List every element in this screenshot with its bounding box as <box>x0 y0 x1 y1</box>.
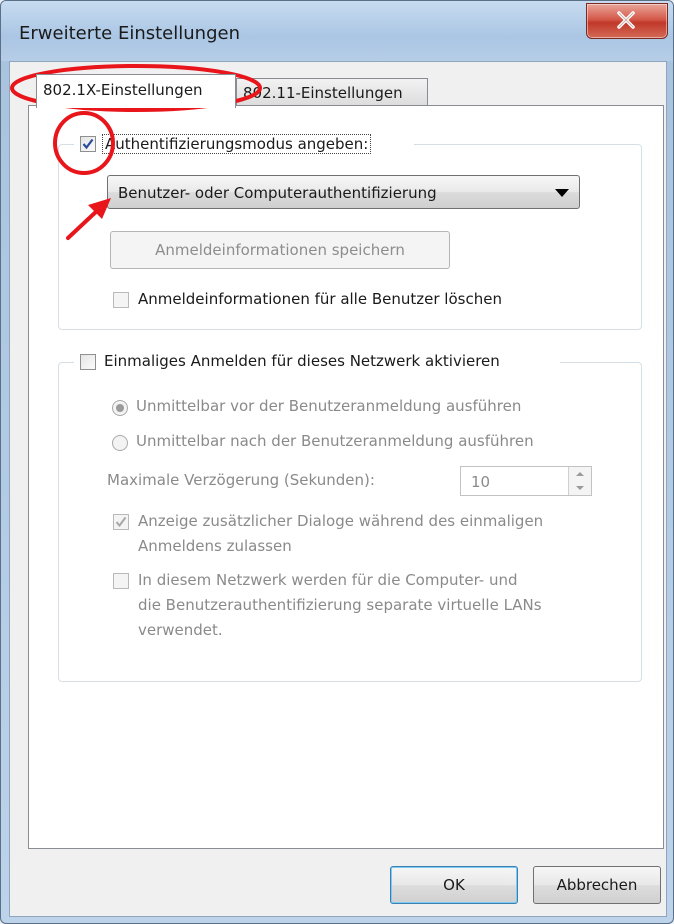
separate-vlan-label-line2: die Benutzerauthentifizierung separate v… <box>138 596 542 614</box>
chevron-down-icon <box>555 189 569 197</box>
spin-down-button[interactable] <box>569 481 591 495</box>
close-icon <box>617 11 635 29</box>
separate-vlan-checkbox[interactable] <box>113 573 129 589</box>
save-credentials-label: Anmeldeinformationen speichern <box>155 241 405 259</box>
show-dialogs-checkbox[interactable] <box>113 514 129 530</box>
auth-mode-dropdown[interactable]: Benutzer- oder Computerauthentifizierung <box>107 175 580 209</box>
enable-sso-checkbox[interactable] <box>80 354 96 370</box>
radio-before-logon-label: Unmittelbar vor der Benutzeranmeldung au… <box>136 397 522 415</box>
spin-up-button[interactable] <box>569 467 591 482</box>
max-delay-label: Maximale Verzögerung (Sekunden): <box>107 471 375 489</box>
max-delay-spinner[interactable]: 10 <box>460 466 592 496</box>
ok-button[interactable]: OK <box>390 866 518 904</box>
chevron-down-icon <box>576 486 584 490</box>
tab-80211-settings[interactable]: 802.11-Einstellungen <box>236 78 428 106</box>
chevron-up-icon <box>576 472 584 476</box>
enable-sso-label: Einmaliges Anmelden für dieses Netzwerk … <box>104 352 500 370</box>
specify-auth-mode-label: Authentifizierungsmodus angeben: <box>102 134 372 154</box>
radio-after-logon[interactable] <box>112 435 128 451</box>
radio-before-logon[interactable] <box>112 400 128 416</box>
cancel-label: Abbrechen <box>556 876 638 894</box>
cancel-button[interactable]: Abbrechen <box>533 866 661 904</box>
specify-auth-mode-checkbox[interactable] <box>80 136 96 152</box>
radio-after-logon-label: Unmittelbar nach der Benutzeranmeldung a… <box>136 432 534 450</box>
save-credentials-button[interactable]: Anmeldeinformationen speichern <box>110 231 450 269</box>
show-dialogs-label-line2: Anmeldens zulassen <box>138 537 292 555</box>
title-bar: Erweiterte Einstellungen <box>1 1 673 61</box>
tab-label: 802.11-Einstellungen <box>243 84 403 102</box>
delete-credentials-label: Anmeldeinformationen für alle Benutzer l… <box>138 290 502 308</box>
checkmark-icon <box>82 138 94 150</box>
show-dialogs-label-line1: Anzeige zusätzlicher Dialoge während des… <box>138 512 544 530</box>
close-button[interactable] <box>586 3 668 39</box>
separate-vlan-label-line3: verwendet. <box>138 621 223 639</box>
auth-mode-value: Benutzer- oder Computerauthentifizierung <box>118 184 437 202</box>
separate-vlan-label-line1: In diesem Netzwerk werden für die Comput… <box>138 571 518 589</box>
tab-8021x-settings[interactable]: 802.1X-Einstellungen <box>36 74 236 108</box>
tab-label: 802.1X-Einstellungen <box>43 81 203 99</box>
max-delay-value: 10 <box>471 473 491 491</box>
checkmark-icon <box>115 516 127 528</box>
delete-credentials-checkbox[interactable] <box>113 292 129 308</box>
ok-label: OK <box>443 876 465 894</box>
window-title: Erweiterte Einstellungen <box>19 23 240 44</box>
